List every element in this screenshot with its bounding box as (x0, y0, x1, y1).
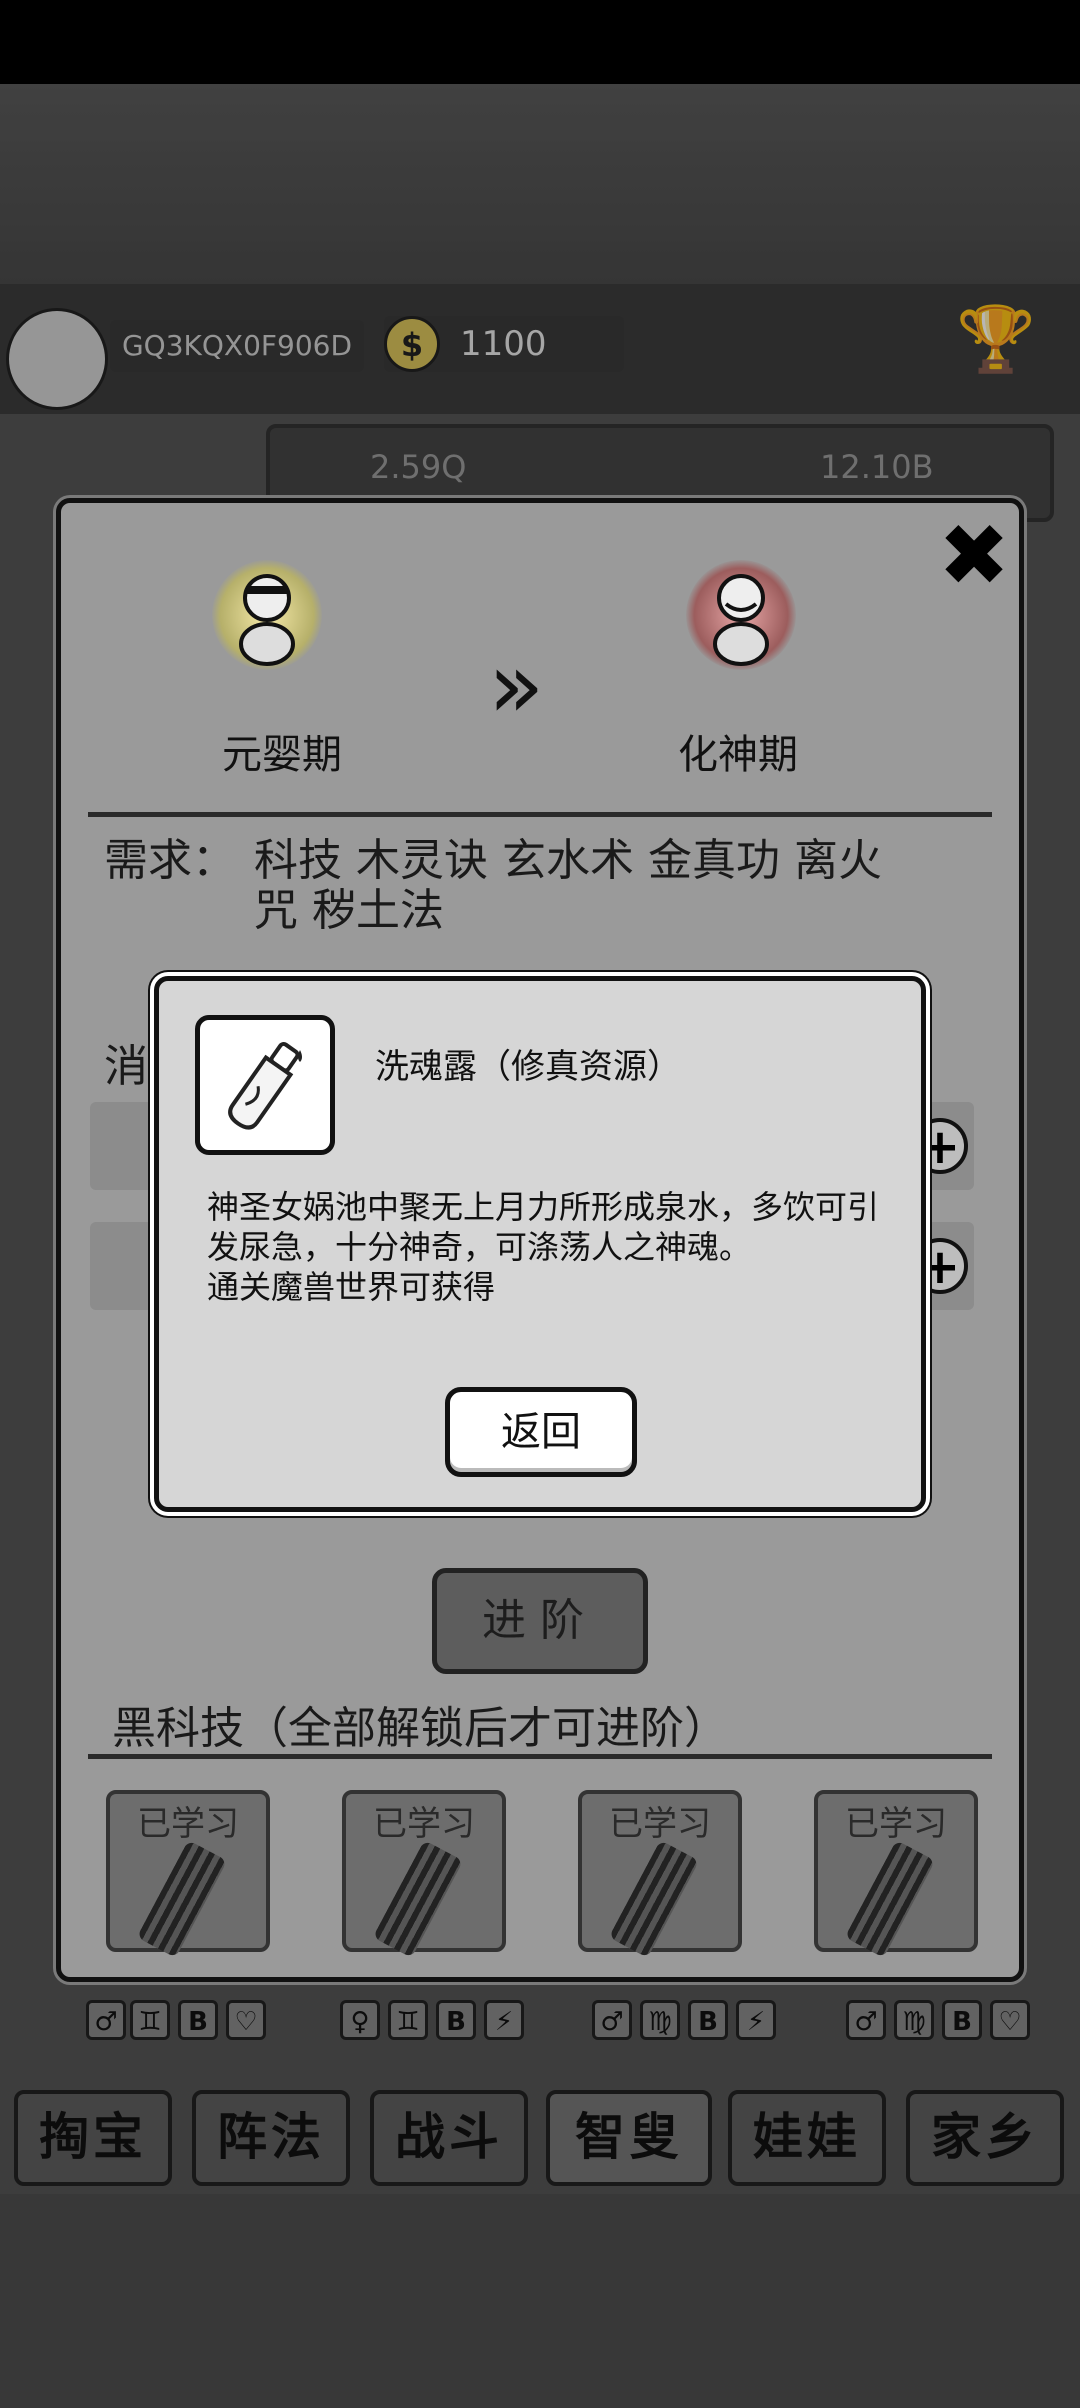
tech-item-3[interactable]: 已学习 (578, 1790, 742, 1958)
next-stage-name: 化神期 (678, 732, 798, 778)
item-icon-frame (195, 1015, 335, 1155)
double-chevron-icon: » (488, 632, 545, 739)
tech-item-4[interactable]: 已学习 (814, 1790, 978, 1958)
current-stage-name: 元婴期 (222, 732, 342, 778)
tech-status: 已学习 (373, 1804, 475, 1844)
requirement-items: 科技 木灵诀 玄水术 金真功 离火咒 秽土法 (254, 835, 882, 936)
tech-status: 已学习 (609, 1804, 711, 1844)
potion-bottle-icon (228, 1041, 302, 1130)
current-stage-figure (212, 560, 322, 670)
next-stage-figure (686, 560, 796, 670)
black-tech-title: 黑科技（全部解锁后才可进阶） (112, 1703, 728, 1754)
requirement-label: 需求： (104, 835, 236, 886)
status-bar (0, 0, 1080, 84)
item-description-block: 神圣女娲池中聚无上月力所形成泉水，多饮可引发尿急，十分神奇，可涤荡人之神魂。 通… (207, 1187, 897, 1307)
tech-item-1[interactable]: 已学习 (106, 1790, 270, 1958)
divider (88, 812, 992, 817)
scroll-bundle-icon (372, 1840, 464, 1958)
advance-button[interactable]: 进阶 (432, 1568, 648, 1674)
item-info-dialog: 洗魂露（修真资源） 神圣女娲池中聚无上月力所形成泉水，多饮可引发尿急，十分神奇，… (154, 976, 926, 1512)
item-source: 通关魔兽世界可获得 (207, 1268, 496, 1306)
divider (88, 1754, 992, 1759)
consume-label: 消 (104, 1041, 148, 1092)
tech-item-2[interactable]: 已学习 (342, 1790, 506, 1958)
cultivator-icon (239, 574, 295, 666)
scroll-bundle-icon (608, 1840, 700, 1958)
item-description: 神圣女娲池中聚无上月力所形成泉水，多饮可引发尿急，十分神奇，可涤荡人之神魂。 (207, 1188, 880, 1266)
back-button[interactable]: 返回 (445, 1387, 637, 1477)
tech-status: 已学习 (137, 1804, 239, 1844)
scroll-bundle-icon (136, 1840, 228, 1958)
scroll-bundle-icon (844, 1840, 936, 1958)
close-icon[interactable]: ✖ (938, 513, 1010, 599)
cultivator-icon (713, 574, 769, 666)
item-title: 洗魂露（修真资源） (375, 1047, 681, 1087)
tech-status: 已学习 (845, 1804, 947, 1844)
